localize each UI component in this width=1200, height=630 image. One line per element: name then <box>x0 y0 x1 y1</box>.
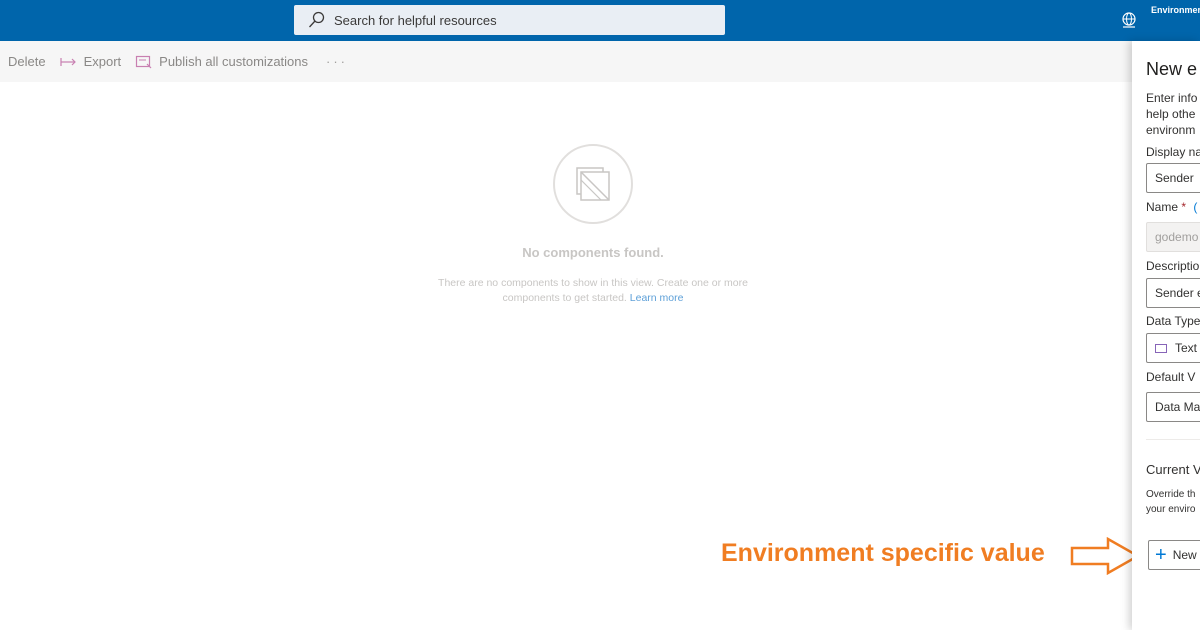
empty-state-text: There are no components to show in this … <box>438 277 748 304</box>
delete-button[interactable]: Delete <box>8 54 46 69</box>
components-icon <box>576 167 610 201</box>
data-type-label: Data Type <box>1146 314 1200 328</box>
text-type-icon <box>1155 343 1167 353</box>
export-icon <box>59 55 78 69</box>
panel-title: New e <box>1146 59 1198 79</box>
export-button[interactable]: Export <box>59 54 122 69</box>
environment-icon[interactable] <box>1120 11 1138 29</box>
command-bar: Delete Export Publish all customizations… <box>0 41 1132 82</box>
default-value-label: Default V <box>1146 370 1196 384</box>
annotation-label: Environment specific value <box>721 539 1045 567</box>
empty-state-title: No components found. <box>522 245 664 260</box>
description-value: Sender e <box>1155 286 1200 300</box>
description-field[interactable]: Sender e <box>1146 278 1200 308</box>
info-icon[interactable]: ( <box>1193 200 1197 214</box>
empty-state-description: There are no components to show in this … <box>423 276 763 306</box>
export-label: Export <box>83 54 122 69</box>
name-value: godemo <box>1155 230 1199 244</box>
search-box[interactable]: Search for helpful resources <box>294 5 725 35</box>
new-value-label: New <box>1172 548 1197 562</box>
data-type-dropdown[interactable]: Text <box>1146 333 1200 363</box>
description-label: Descriptio <box>1146 259 1200 273</box>
name-field: godemo <box>1146 222 1200 252</box>
search-icon <box>308 11 326 29</box>
more-label: ··· <box>326 54 349 69</box>
new-environment-variable-panel: New e Enter info help othe environm Disp… <box>1132 41 1200 630</box>
publish-all-button[interactable]: Publish all customizations <box>135 54 308 69</box>
publish-label: Publish all customizations <box>159 54 309 69</box>
empty-state-illustration <box>553 144 633 224</box>
publish-icon <box>135 55 153 69</box>
name-label: Name * ( <box>1146 200 1197 214</box>
more-commands-button[interactable]: ··· <box>326 54 348 69</box>
default-value-field[interactable]: Data Ma <box>1146 392 1200 422</box>
delete-label: Delete <box>8 54 46 69</box>
top-bar: Search for helpful resources Environmen <box>0 0 1200 41</box>
display-name-label: Display na <box>1146 145 1200 159</box>
panel-divider <box>1146 439 1200 440</box>
name-label-text: Name <box>1146 200 1179 214</box>
display-name-value: Sender <box>1155 171 1194 185</box>
learn-more-link[interactable]: Learn more <box>630 292 684 304</box>
environment-label[interactable]: Environmen <box>1151 5 1200 15</box>
override-description: Override th your enviro <box>1146 489 1196 515</box>
data-type-value: Text <box>1175 341 1198 355</box>
current-value-heading: Current V <box>1146 462 1200 477</box>
required-marker: * <box>1181 200 1187 214</box>
display-name-field[interactable]: Sender <box>1146 163 1200 193</box>
add-icon: + <box>1155 544 1167 566</box>
default-value-value: Data Ma <box>1155 400 1200 414</box>
search-placeholder: Search for helpful resources <box>334 12 497 28</box>
panel-intro: Enter info help othe environm <box>1146 91 1198 137</box>
new-value-button[interactable]: + New <box>1148 540 1200 570</box>
